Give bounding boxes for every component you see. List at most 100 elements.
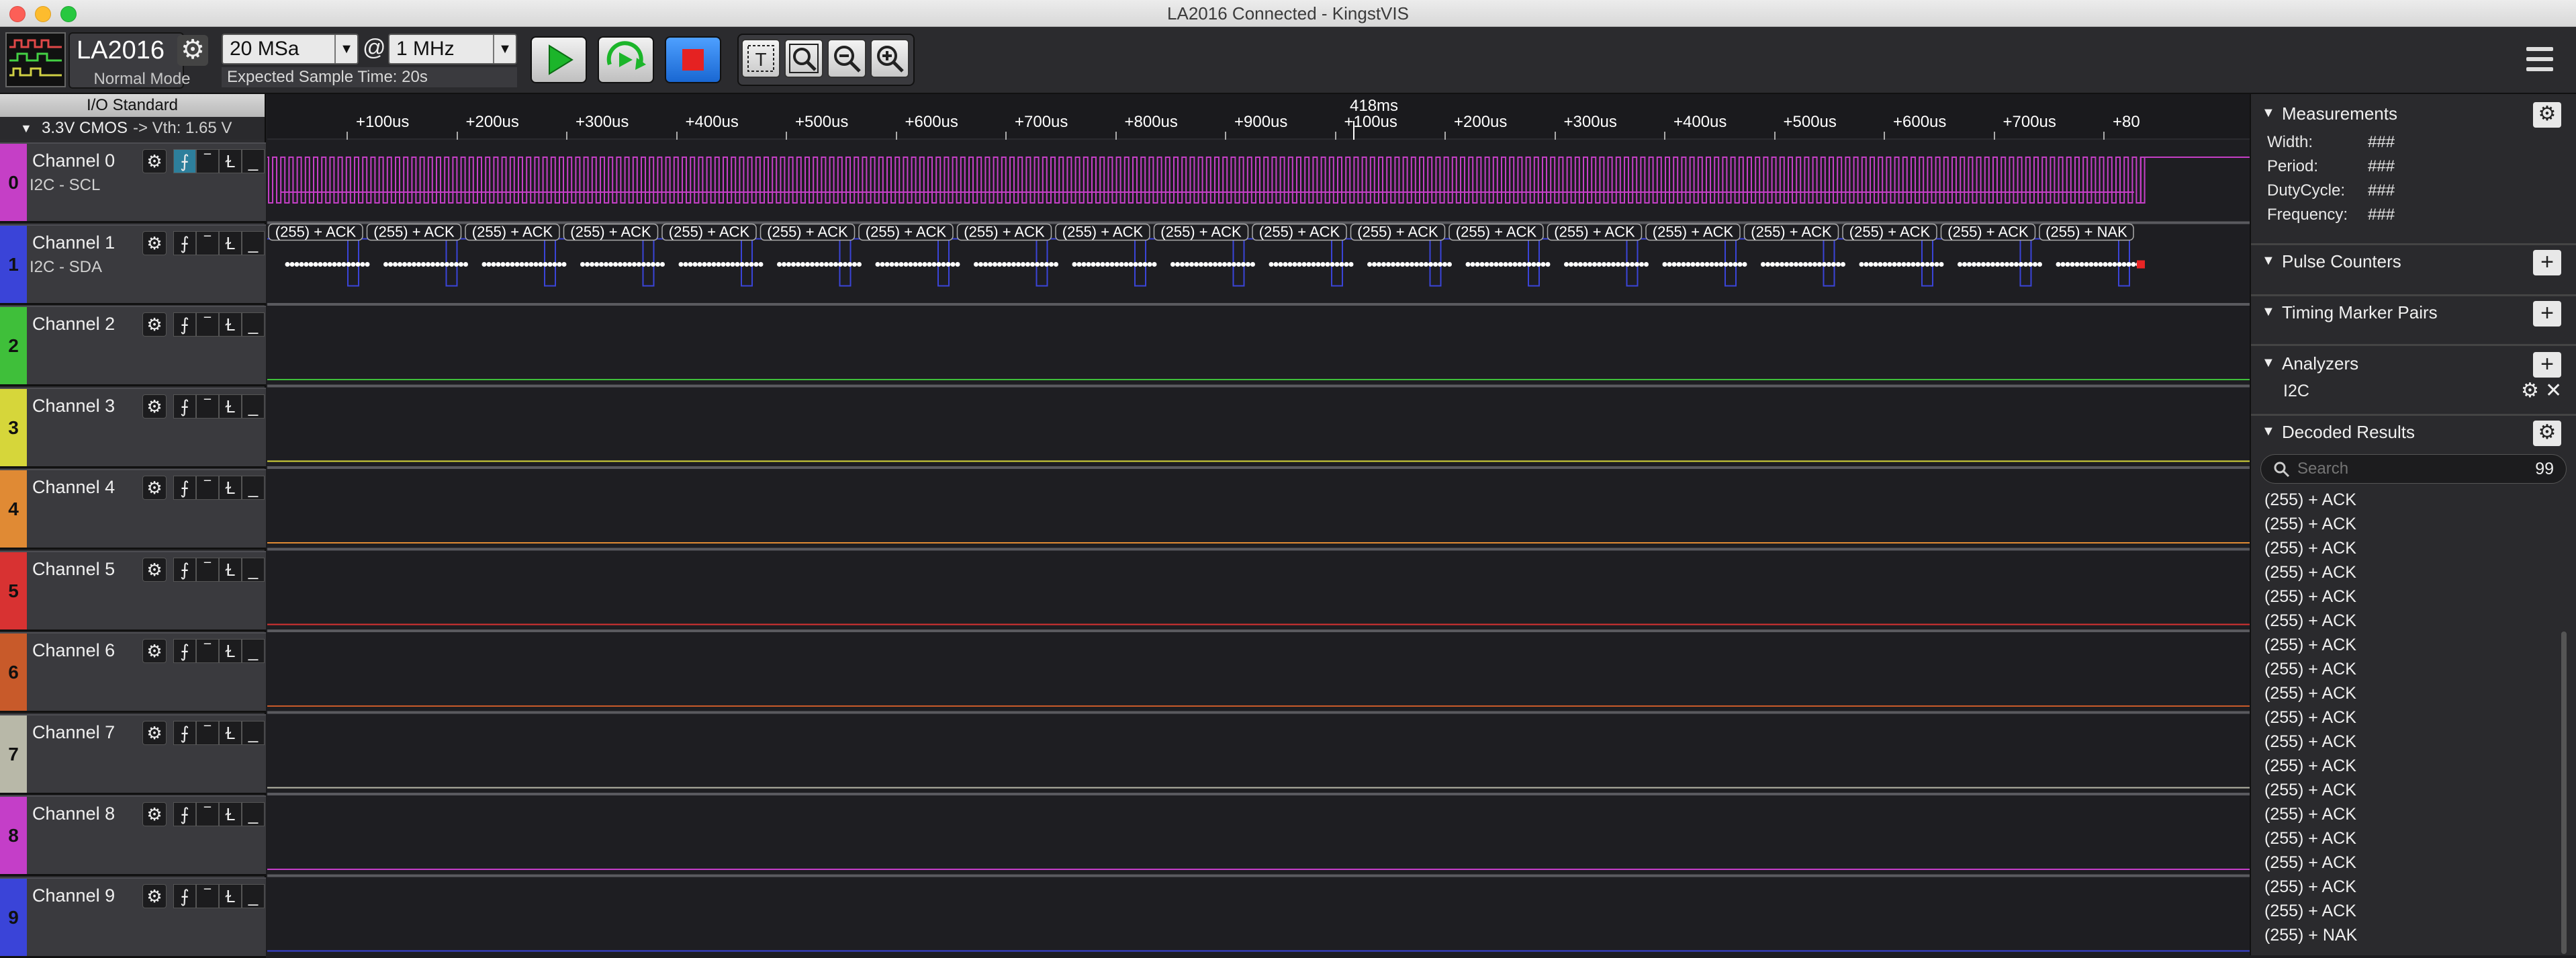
decoded-result-item[interactable]: (255) + ACK xyxy=(2264,853,2356,873)
falling-edge-trigger-icon[interactable]: Ɫ xyxy=(219,557,242,582)
rising-edge-trigger-icon[interactable]: ⨍ xyxy=(173,883,196,908)
low-level-trigger-icon[interactable]: _ xyxy=(242,557,265,582)
channel-row-4[interactable]: 4 Channel 4 ⚙ ⨍ ‾ Ɫ _ xyxy=(0,469,266,550)
decoded-result-item[interactable]: (255) + NAK xyxy=(2264,926,2357,945)
high-level-trigger-icon[interactable]: ‾ xyxy=(196,394,219,419)
remove-analyzer-icon[interactable]: ✕ xyxy=(2545,379,2562,402)
channel-name[interactable]: Channel 8 xyxy=(32,803,115,824)
rising-edge-trigger-icon[interactable]: ⨍ xyxy=(173,230,196,255)
falling-edge-trigger-icon[interactable]: Ɫ xyxy=(219,802,242,826)
device-logo-icon[interactable] xyxy=(5,32,66,87)
rising-edge-trigger-icon[interactable]: ⨍ xyxy=(173,802,196,826)
measurements-settings-gear-icon[interactable]: ⚙ xyxy=(2533,102,2561,128)
io-standard-select[interactable]: ▼ 3.3V CMOS -> Vth: 1.65 V xyxy=(0,117,265,140)
channel-settings-gear-icon[interactable]: ⚙ xyxy=(142,230,167,255)
channel-settings-gear-icon[interactable]: ⚙ xyxy=(142,476,167,500)
falling-edge-trigger-icon[interactable]: Ɫ xyxy=(219,720,242,745)
collapse-triangle-icon[interactable]: ▼ xyxy=(2262,304,2275,320)
decoded-list-scrollbar[interactable] xyxy=(2561,632,2567,954)
decoded-result-item[interactable]: (255) + ACK xyxy=(2264,490,2356,510)
text-annotation-button[interactable]: T xyxy=(741,39,780,78)
zoom-out-button[interactable] xyxy=(827,39,866,78)
low-level-trigger-icon[interactable]: _ xyxy=(242,149,265,173)
falling-edge-trigger-icon[interactable]: Ɫ xyxy=(219,639,242,663)
add-pulse-counter-button[interactable]: + xyxy=(2533,250,2561,275)
collapse-triangle-icon[interactable]: ▼ xyxy=(2262,105,2275,121)
low-level-trigger-icon[interactable]: _ xyxy=(242,720,265,745)
decoded-result-item[interactable]: (255) + ACK xyxy=(2264,902,2356,921)
sample-rate-select[interactable]: 1 MHz ▼ xyxy=(388,34,517,64)
low-level-trigger-icon[interactable]: _ xyxy=(242,639,265,663)
channel-row-6[interactable]: 6 Channel 6 ⚙ ⨍ ‾ Ɫ _ xyxy=(0,632,266,713)
low-level-trigger-icon[interactable]: _ xyxy=(242,230,265,255)
rising-edge-trigger-icon[interactable]: ⨍ xyxy=(173,312,196,337)
decoded-result-item[interactable]: (255) + ACK xyxy=(2264,781,2356,800)
decoded-result-item[interactable]: (255) + ACK xyxy=(2264,563,2356,582)
channel-row-7[interactable]: 7 Channel 7 ⚙ ⨍ ‾ Ɫ _ xyxy=(0,713,266,795)
falling-edge-trigger-icon[interactable]: Ɫ xyxy=(219,149,242,173)
zoom-in-button[interactable] xyxy=(870,39,909,78)
channel-settings-gear-icon[interactable]: ⚙ xyxy=(142,883,167,908)
channel-settings-gear-icon[interactable]: ⚙ xyxy=(142,639,167,663)
device-settings-gear-icon[interactable]: ⚙ xyxy=(177,35,208,66)
high-level-trigger-icon[interactable]: ‾ xyxy=(196,476,219,500)
decoded-result-item[interactable]: (255) + ACK xyxy=(2264,515,2356,534)
low-level-trigger-icon[interactable]: _ xyxy=(242,312,265,337)
search-input[interactable] xyxy=(2297,459,2499,479)
high-level-trigger-icon[interactable]: ‾ xyxy=(196,149,219,173)
high-level-trigger-icon[interactable]: ‾ xyxy=(196,312,219,337)
time-ruler[interactable]: 418ms +100us +200us +300us +400us +500us +600… xyxy=(267,94,2250,140)
channel-row-0[interactable]: 0 Channel 0 I2C - SCL ⚙ ⨍ ‾ Ɫ _ xyxy=(0,142,266,223)
decoded-result-item[interactable]: (255) + ACK xyxy=(2264,660,2356,679)
rising-edge-trigger-icon[interactable]: ⨍ xyxy=(173,394,196,419)
zoom-to-fit-button[interactable] xyxy=(784,39,823,78)
high-level-trigger-icon[interactable]: ‾ xyxy=(196,557,219,582)
low-level-trigger-icon[interactable]: _ xyxy=(242,394,265,419)
low-level-trigger-icon[interactable]: _ xyxy=(242,883,265,908)
decoded-search-box[interactable]: 99 xyxy=(2260,454,2567,484)
decoded-result-item[interactable]: (255) + ACK xyxy=(2264,708,2356,728)
channel-settings-gear-icon[interactable]: ⚙ xyxy=(142,557,167,582)
decoded-result-item[interactable]: (255) + ACK xyxy=(2264,684,2356,703)
high-level-trigger-icon[interactable]: ‾ xyxy=(196,720,219,745)
channel-name[interactable]: Channel 6 xyxy=(32,640,115,661)
channel-row-5[interactable]: 5 Channel 5 ⚙ ⨍ ‾ Ɫ _ xyxy=(0,550,266,632)
falling-edge-trigger-icon[interactable]: Ɫ xyxy=(219,312,242,337)
rising-edge-trigger-icon[interactable]: ⨍ xyxy=(173,720,196,745)
decoded-result-item[interactable]: (255) + ACK xyxy=(2264,805,2356,824)
channel-row-8[interactable]: 8 Channel 8 ⚙ ⨍ ‾ Ɫ _ xyxy=(0,795,266,876)
channel-row-2[interactable]: 2 Channel 2 ⚙ ⨍ ‾ Ɫ _ xyxy=(0,306,266,386)
high-level-trigger-icon[interactable]: ‾ xyxy=(196,639,219,663)
decoded-settings-gear-icon[interactable]: ⚙ xyxy=(2533,421,2561,446)
decoded-result-item[interactable]: (255) + ACK xyxy=(2264,829,2356,848)
add-analyzer-button[interactable]: + xyxy=(2533,352,2561,378)
collapse-triangle-icon[interactable]: ▼ xyxy=(2262,424,2275,439)
rising-edge-trigger-icon[interactable]: ⨍ xyxy=(173,557,196,582)
high-level-trigger-icon[interactable]: ‾ xyxy=(196,802,219,826)
channel-name[interactable]: Channel 7 xyxy=(32,722,115,743)
decoded-result-item[interactable]: (255) + ACK xyxy=(2264,732,2356,752)
sample-depth-select[interactable]: 20 MSa ▼ xyxy=(222,34,359,64)
channel-name[interactable]: Channel 3 xyxy=(32,396,115,417)
channel-settings-gear-icon[interactable]: ⚙ xyxy=(142,720,167,745)
channel-name[interactable]: Channel 4 xyxy=(32,477,115,498)
rising-edge-trigger-icon[interactable]: ⨍ xyxy=(173,149,196,173)
repeat-start-button[interactable] xyxy=(598,36,654,83)
analyzer-item[interactable]: I2C ⚙ ✕ xyxy=(2251,379,2576,403)
decoded-result-item[interactable]: (255) + ACK xyxy=(2264,611,2356,631)
high-level-trigger-icon[interactable]: ‾ xyxy=(196,883,219,908)
channel-row-3[interactable]: 3 Channel 3 ⚙ ⨍ ‾ Ɫ _ xyxy=(0,387,266,468)
high-level-trigger-icon[interactable]: ‾ xyxy=(196,230,219,255)
channel-row-9[interactable]: 9 Channel 9 ⚙ ⨍ ‾ Ɫ _ xyxy=(0,877,266,958)
rising-edge-trigger-icon[interactable]: ⨍ xyxy=(173,639,196,663)
low-level-trigger-icon[interactable]: _ xyxy=(242,802,265,826)
waveform-area[interactable]: 418ms +100us +200us +300us +400us +500us +600… xyxy=(267,94,2250,955)
channel-settings-gear-icon[interactable]: ⚙ xyxy=(142,149,167,173)
low-level-trigger-icon[interactable]: _ xyxy=(242,476,265,500)
analyzer-settings-gear-icon[interactable]: ⚙ xyxy=(2521,379,2539,402)
add-timing-marker-button[interactable]: + xyxy=(2533,301,2561,326)
start-button[interactable] xyxy=(531,36,587,83)
decoded-results-list[interactable]: (255) + ACK (255) + ACK (255) + ACK (255) +… xyxy=(2251,490,2576,955)
falling-edge-trigger-icon[interactable]: Ɫ xyxy=(219,394,242,419)
rising-edge-trigger-icon[interactable]: ⨍ xyxy=(173,476,196,500)
